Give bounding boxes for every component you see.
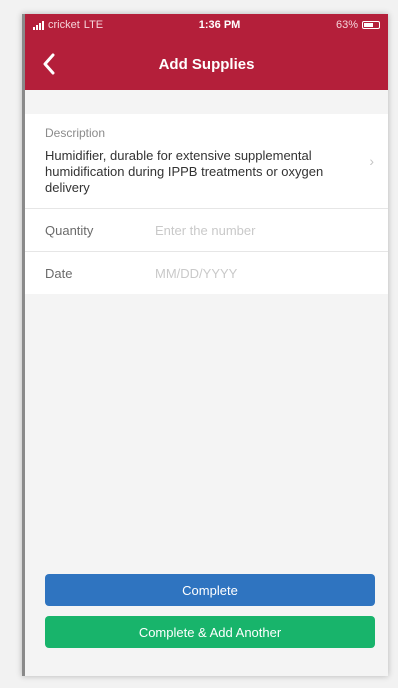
status-bar: cricket LTE 1:36 PM 63% xyxy=(25,14,388,36)
date-label: Date xyxy=(45,265,73,281)
navigation-bar: Add Supplies xyxy=(25,44,388,84)
battery-percent: 63% xyxy=(335,19,358,31)
complete-add-another-button[interactable]: Complete & Add Another xyxy=(45,616,375,648)
status-bar-left: cricket LTE xyxy=(33,19,103,31)
description-row[interactable]: Description Humidifier, durable for exte… xyxy=(25,114,388,209)
description-value: Humidifier, durable for extensive supple… xyxy=(45,148,324,195)
phone-screen: cricket LTE 1:36 PM 63% Add Supplies Des… xyxy=(22,14,388,676)
app-header: cricket LTE 1:36 PM 63% Add Supplies xyxy=(25,14,388,90)
back-button[interactable] xyxy=(35,50,63,78)
quantity-row: Quantity xyxy=(25,209,388,252)
main-content: Description Humidifier, durable for exte… xyxy=(25,90,388,676)
signal-icon xyxy=(33,20,44,30)
page-title: Add Supplies xyxy=(158,55,255,73)
date-input[interactable] xyxy=(155,265,388,281)
chevron-right-icon: › xyxy=(369,153,374,169)
chevron-left-icon xyxy=(43,53,55,75)
date-row: Date xyxy=(25,252,388,294)
description-label: Description xyxy=(45,126,106,140)
complete-button[interactable]: Complete xyxy=(45,574,375,606)
network-type: LTE xyxy=(83,19,104,31)
quantity-input[interactable] xyxy=(155,222,388,238)
supply-form: Description Humidifier, durable for exte… xyxy=(25,114,388,294)
carrier-name: cricket xyxy=(48,19,80,31)
battery-icon xyxy=(362,21,380,29)
status-bar-right: 63% xyxy=(336,19,380,31)
status-time: 1:36 PM xyxy=(198,19,241,31)
quantity-label: Quantity xyxy=(45,222,94,238)
